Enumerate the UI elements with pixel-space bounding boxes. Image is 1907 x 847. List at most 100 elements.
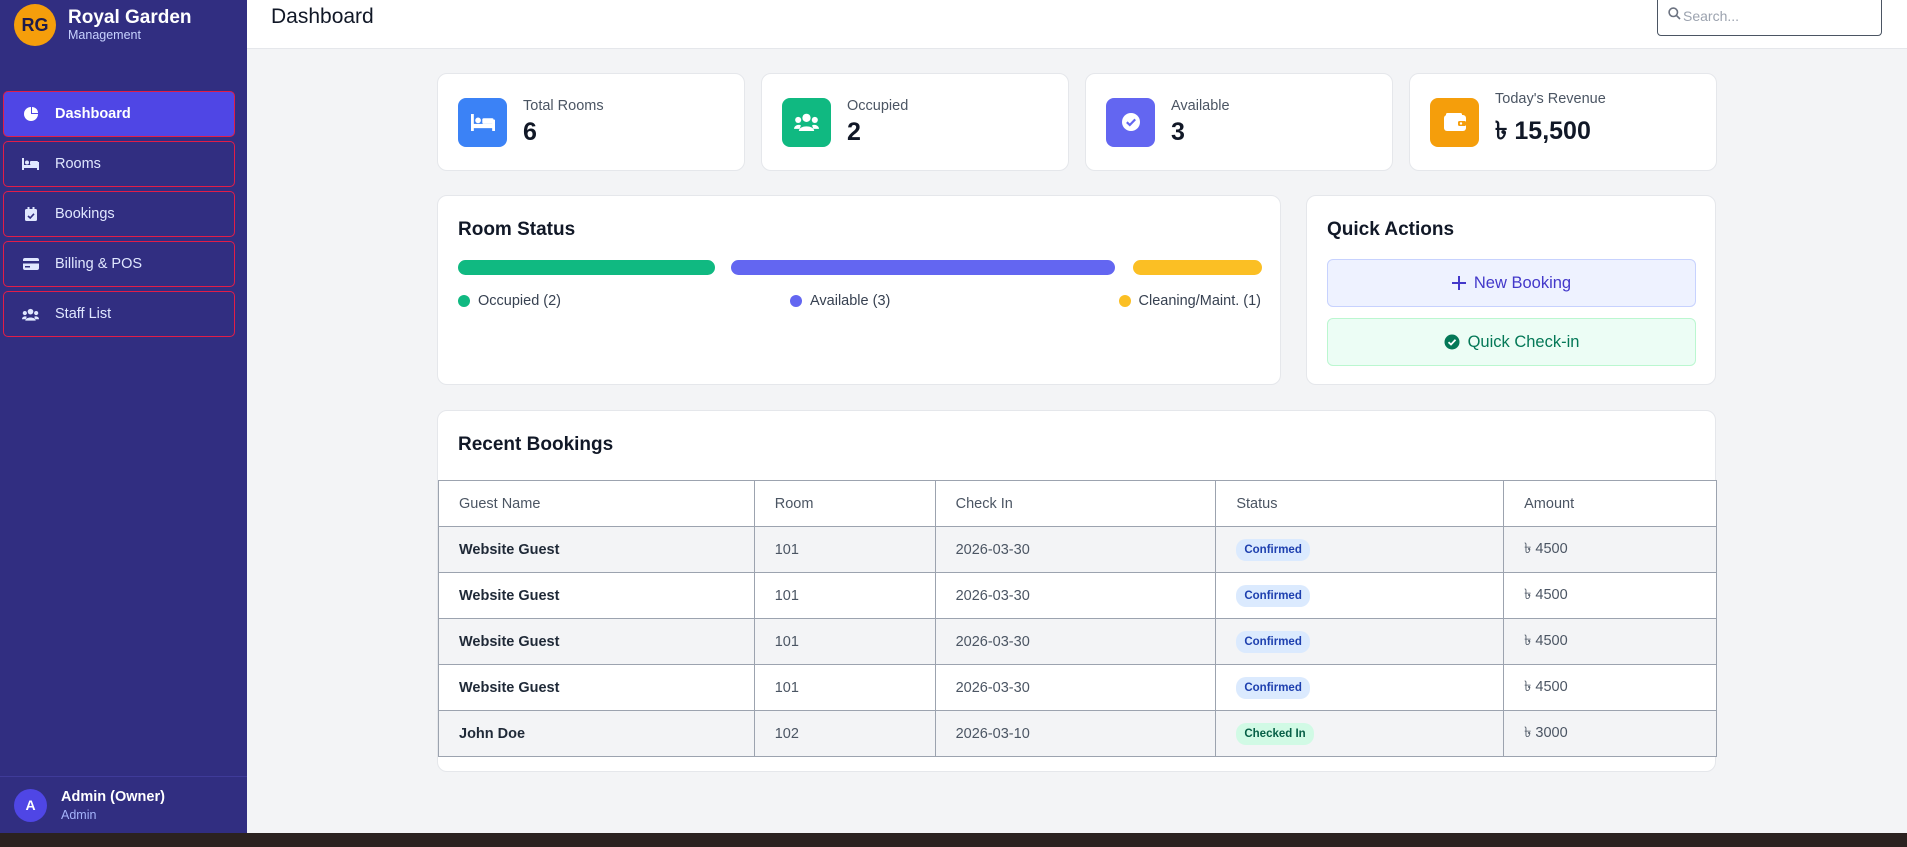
quick-actions-card: Quick Actions New Booking Quick Check-in <box>1306 195 1716 385</box>
credit-card-icon <box>22 257 39 272</box>
search-icon <box>1668 7 1681 25</box>
stat-value: 3 <box>1171 117 1185 146</box>
bookings-table: Guest Name Room Check In Status Amount W… <box>438 480 1717 757</box>
guest-name-cell: Website Guest <box>438 572 755 619</box>
guest-name-cell: Website Guest <box>438 664 755 711</box>
column-header[interactable]: Room <box>753 480 936 527</box>
guest-name-cell: Website Guest <box>438 526 755 573</box>
stat-value: 6 <box>523 117 537 146</box>
sidebar: RG Royal Garden Management Dashboard Roo… <box>0 0 247 833</box>
column-header[interactable]: Status <box>1215 480 1505 527</box>
quick-checkin-button[interactable]: Quick Check-in <box>1327 318 1696 366</box>
table-header-row: Guest Name Room Check In Status Amount <box>438 480 1717 527</box>
new-booking-button[interactable]: New Booking <box>1327 259 1696 307</box>
check-circle-icon <box>1444 334 1460 350</box>
check-in-cell: 2026-03-30 <box>934 664 1217 711</box>
brand-title: Royal Garden <box>68 7 192 28</box>
sidebar-item-label: Billing & POS <box>55 256 143 272</box>
pie-chart-icon <box>22 107 39 122</box>
column-header[interactable]: Amount <box>1503 480 1717 527</box>
check-circle-icon <box>1106 97 1155 147</box>
amount-cell: ৳ 4500 <box>1503 664 1717 711</box>
column-header[interactable]: Guest Name <box>438 480 755 527</box>
status-cell: Checked In <box>1215 710 1505 757</box>
legend-dot <box>790 295 802 307</box>
room-cell: 102 <box>753 710 936 757</box>
recent-bookings-card: Recent Bookings Guest Name Room Check In… <box>437 410 1717 772</box>
stat-card-revenue: Today's Revenue ৳ 15,500 <box>1409 73 1717 171</box>
status-cell: Confirmed <box>1215 664 1505 711</box>
check-in-cell: 2026-03-30 <box>934 572 1217 619</box>
legend-cleaning: Cleaning/Maint. (1) <box>1118 293 1262 309</box>
stat-label: Today's Revenue <box>1495 90 1606 107</box>
status-segment-occupied <box>458 260 715 275</box>
sidebar-item-staff[interactable]: Staff List <box>3 291 235 337</box>
check-in-cell: 2026-03-30 <box>934 526 1217 573</box>
stat-label: Total Rooms <box>523 97 604 114</box>
sidebar-item-label: Rooms <box>55 156 101 172</box>
top-header: Dashboard <box>247 0 1907 49</box>
os-taskbar <box>0 833 1907 847</box>
legend-occupied: Occupied (2) <box>458 293 561 309</box>
table-row[interactable]: Website Guest 101 2026-03-30 Confirmed ৳ 450… <box>438 618 1717 665</box>
status-cell: Confirmed <box>1215 572 1505 619</box>
room-status-bar <box>458 260 1262 275</box>
sidebar-item-dashboard[interactable]: Dashboard <box>3 91 235 137</box>
room-cell: 101 <box>753 526 936 573</box>
table-row[interactable]: Website Guest 101 2026-03-30 Confirmed ৳ 450… <box>438 526 1717 573</box>
room-cell: 101 <box>753 572 936 619</box>
table-row[interactable]: John Doe 102 2026-03-10 Checked In ৳ 3000 <box>438 710 1717 757</box>
stat-value: 2 <box>847 117 861 146</box>
sidebar-item-rooms[interactable]: Rooms <box>3 141 235 187</box>
stat-card-total-rooms: Total Rooms 6 <box>437 73 745 171</box>
users-icon <box>782 97 831 147</box>
status-badge: Confirmed <box>1236 630 1310 653</box>
sidebar-item-label: Dashboard <box>55 106 131 122</box>
stat-card-available: Available 3 <box>1085 73 1393 171</box>
amount-cell: ৳ 4500 <box>1503 572 1717 619</box>
bed-icon <box>458 97 507 147</box>
sidebar-item-label: Staff List <box>55 306 112 322</box>
legend-label: Cleaning/Maint. (1) <box>1138 293 1262 309</box>
legend-label: Available (3) <box>810 293 891 309</box>
avatar: A <box>14 788 47 822</box>
status-badge: Checked In <box>1236 722 1314 745</box>
legend-available: Available (3) <box>790 293 890 309</box>
calendar-check-icon <box>22 207 39 222</box>
sidebar-nav: Dashboard Rooms Bookings Billing & POS S… <box>0 91 247 337</box>
room-cell: 101 <box>753 618 936 665</box>
search-box[interactable] <box>1657 0 1882 36</box>
check-in-cell: 2026-03-30 <box>934 618 1217 665</box>
column-header[interactable]: Check In <box>934 480 1217 527</box>
user-profile[interactable]: A Admin (Owner) Admin <box>0 776 247 833</box>
new-booking-label: New Booking <box>1473 273 1572 292</box>
guest-name-cell: John Doe <box>438 710 755 757</box>
recent-bookings-title: Recent Bookings <box>458 434 614 455</box>
amount-cell: ৳ 4500 <box>1503 526 1717 573</box>
legend-dot <box>458 295 470 307</box>
table-row[interactable]: Website Guest 101 2026-03-30 Confirmed ৳ 450… <box>438 572 1717 619</box>
table-row[interactable]: Website Guest 101 2026-03-30 Confirmed ৳ 450… <box>438 664 1717 711</box>
legend-dot <box>1118 295 1131 307</box>
search-input[interactable] <box>1683 8 1873 24</box>
guest-name-cell: Website Guest <box>438 618 755 665</box>
sidebar-item-billing[interactable]: Billing & POS <box>3 241 235 287</box>
sidebar-item-bookings[interactable]: Bookings <box>3 191 235 237</box>
status-segment-cleaning <box>1133 260 1262 275</box>
stat-label: Occupied <box>847 97 909 114</box>
room-status-card: Room Status Occupied (2) Available (3) C… <box>437 195 1281 385</box>
user-role: Admin <box>61 807 97 822</box>
status-segment-available <box>731 260 1115 275</box>
status-cell: Confirmed <box>1215 618 1505 665</box>
quick-actions-title: Quick Actions <box>1327 219 1455 240</box>
status-badge: Confirmed <box>1236 538 1310 561</box>
users-icon <box>22 307 39 322</box>
room-status-title: Room Status <box>458 219 576 240</box>
legend-label: Occupied (2) <box>478 293 562 309</box>
brand: RG Royal Garden Management <box>0 0 247 50</box>
status-cell: Confirmed <box>1215 526 1505 573</box>
status-badge: Confirmed <box>1236 584 1310 607</box>
stat-label: Available <box>1171 97 1230 114</box>
brand-logo: RG <box>14 4 56 46</box>
stat-value: ৳ 15,500 <box>1495 116 1591 145</box>
